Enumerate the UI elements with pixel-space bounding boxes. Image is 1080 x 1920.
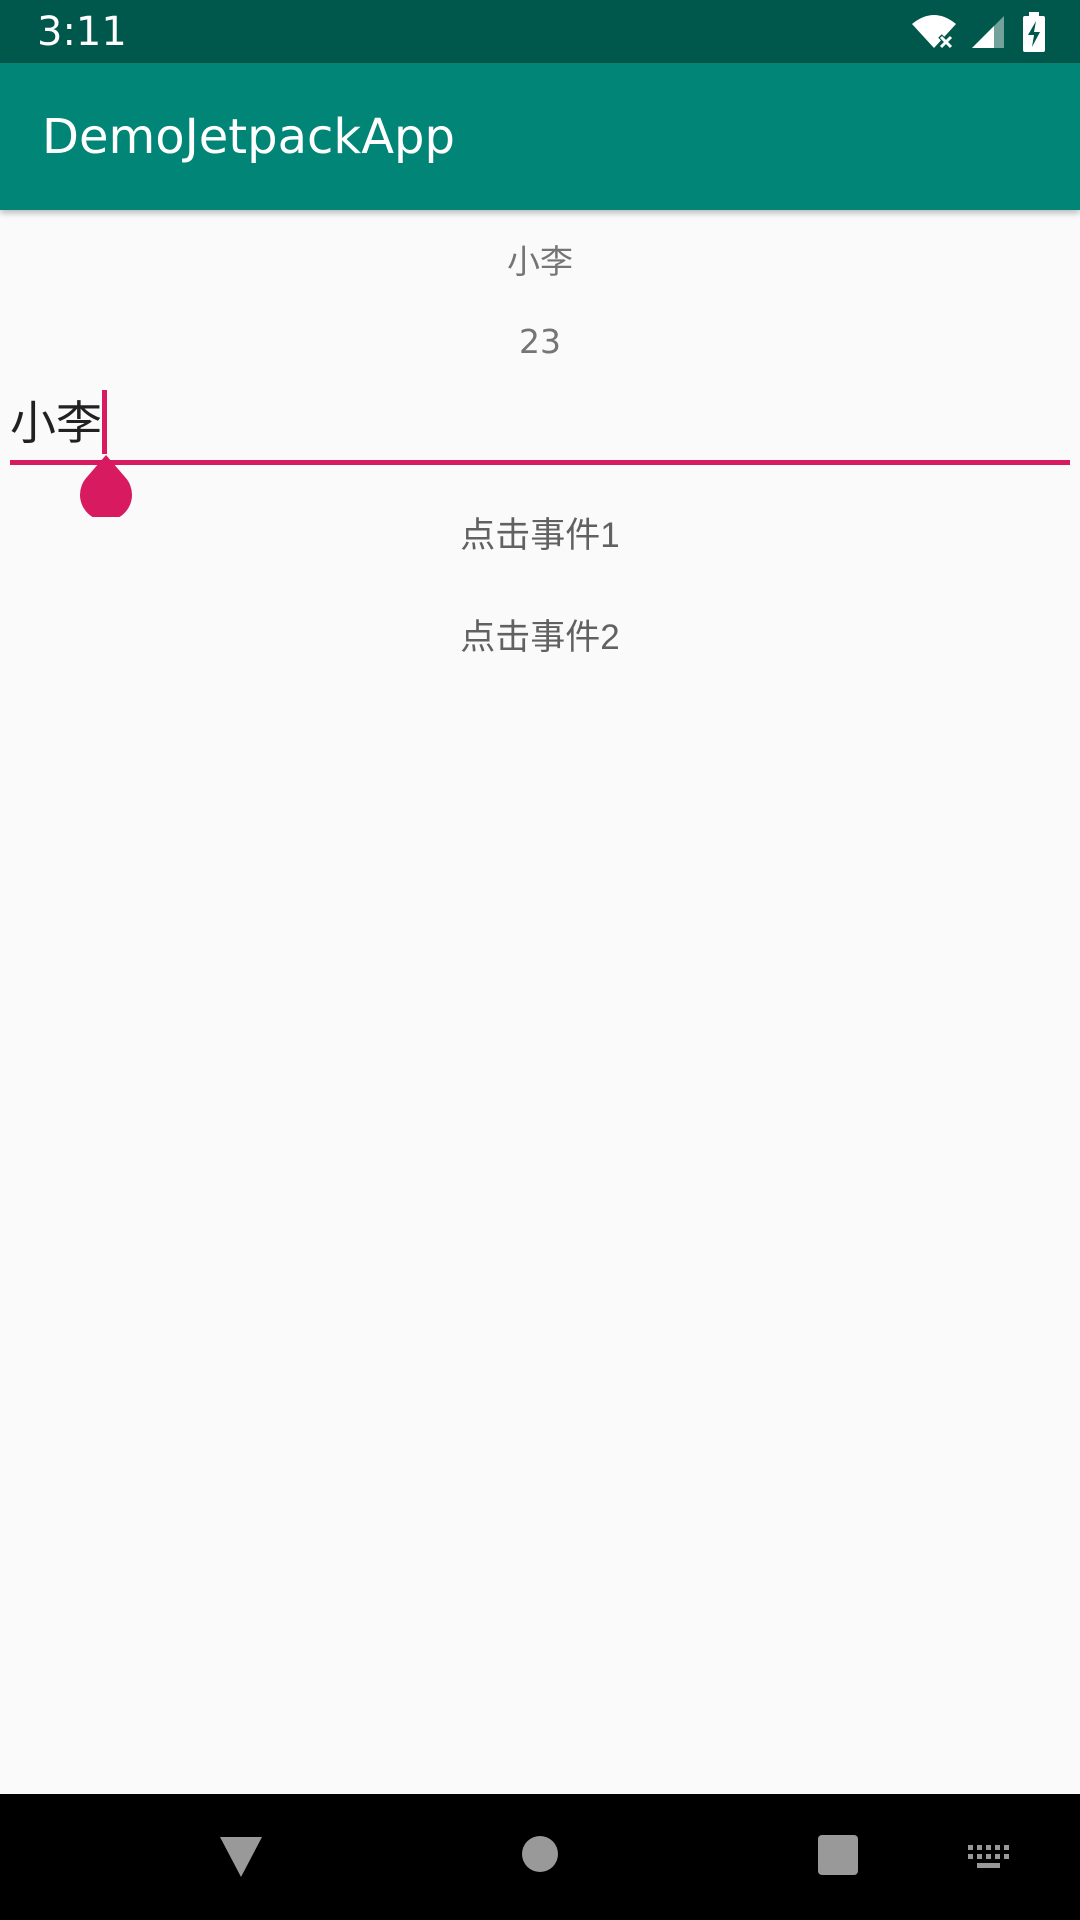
recents-icon[interactable]: [817, 1834, 859, 1876]
wifi-icon: [912, 15, 956, 50]
navigation-bar: [0, 1794, 1080, 1920]
text-cursor: [102, 390, 107, 454]
screen: 3:11 DemoJetpackApp 小李 23 小李 点击事件1 点击事件2: [0, 0, 1080, 1920]
click-event-1-button[interactable]: 点击事件1: [0, 512, 1080, 560]
signal-icon: [972, 16, 1004, 48]
app-bar: DemoJetpackApp: [0, 63, 1080, 210]
app-title: DemoJetpackApp: [42, 109, 455, 165]
age-text: 23: [519, 322, 561, 361]
status-icons: [900, 0, 1080, 63]
status-time: 3:11: [37, 9, 127, 55]
name-text: 小李: [507, 242, 573, 281]
status-bar: 3:11: [0, 0, 1080, 63]
back-icon[interactable]: [218, 1835, 264, 1879]
input-underline: [10, 460, 1070, 465]
battery-charging-icon: [1023, 12, 1045, 52]
name-input-value: 小李: [10, 396, 102, 450]
keyboard-icon[interactable]: [968, 1845, 1010, 1869]
name-input[interactable]: 小李: [10, 385, 1070, 465]
cursor-handle-icon[interactable]: [79, 455, 133, 517]
home-icon[interactable]: [521, 1835, 559, 1873]
click-event-2-button[interactable]: 点击事件2: [0, 614, 1080, 662]
